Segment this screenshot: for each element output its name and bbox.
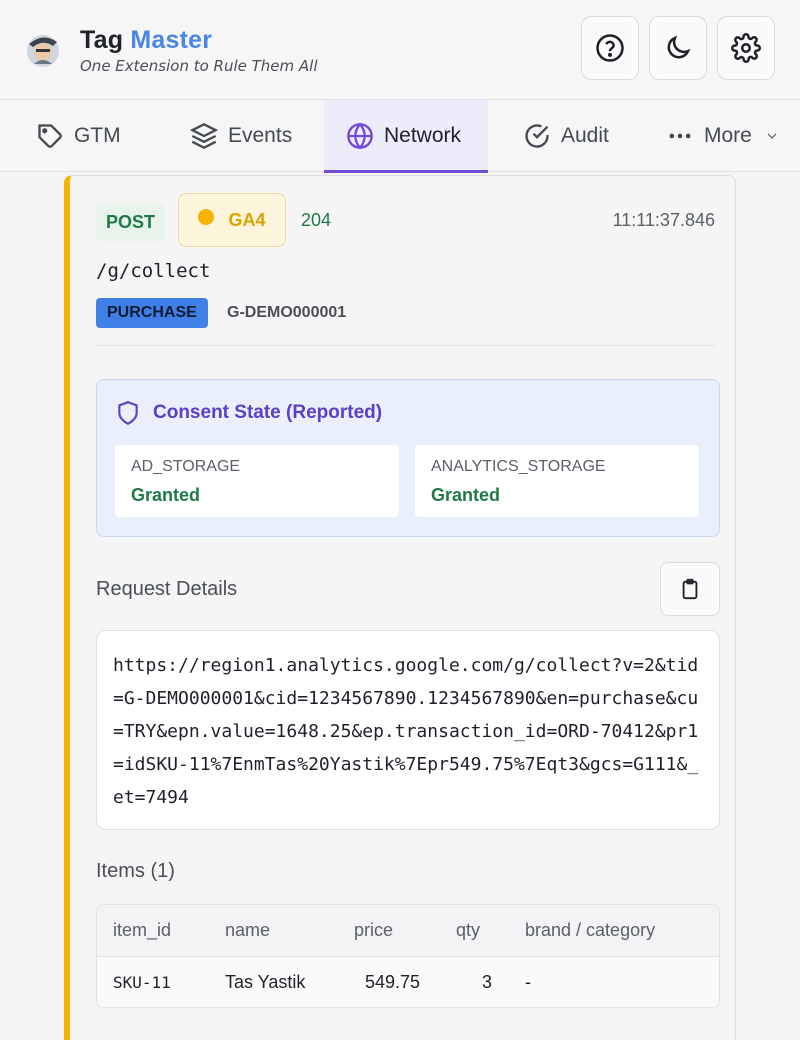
cell-item-id: SKU-11 bbox=[113, 973, 171, 992]
method-badge: POST bbox=[96, 203, 166, 241]
chevron-down-icon bbox=[767, 133, 777, 139]
consent-item-ad-storage: AD_STORAGE Granted bbox=[115, 445, 399, 517]
tab-network[interactable]: Network bbox=[324, 100, 488, 173]
logo-icon bbox=[27, 35, 59, 67]
settings-button[interactable] bbox=[717, 16, 775, 80]
check-circle-icon bbox=[525, 124, 549, 148]
table-header: item_id name price qty brand / category bbox=[97, 905, 719, 957]
tab-bar: GTM Events Network Audit More bbox=[0, 100, 800, 173]
consent-item-analytics-storage: ANALYTICS_STORAGE Granted bbox=[415, 445, 699, 517]
consent-value: Granted bbox=[431, 485, 501, 505]
column-header: item_id bbox=[113, 920, 172, 940]
consent-panel: Consent State (Reported) AD_STORAGE Gran… bbox=[96, 379, 720, 537]
tab-events[interactable]: Events bbox=[190, 100, 292, 172]
brand: Tag Master One Extension to Rule Them Al… bbox=[80, 26, 318, 75]
column-header: price bbox=[354, 920, 394, 940]
theme-toggle-button[interactable] bbox=[649, 16, 707, 80]
request-details-title: Request Details bbox=[96, 578, 238, 600]
app-header: Tag Master One Extension to Rule Them Al… bbox=[0, 0, 800, 100]
column-header: brand / category bbox=[525, 920, 656, 940]
cell-name: Tas Yastik bbox=[225, 972, 306, 992]
tab-more[interactable]: More bbox=[666, 100, 780, 172]
ellipsis-icon bbox=[669, 133, 691, 139]
timestamp: 11:11:37.846 bbox=[612, 210, 715, 230]
tab-label: GTM bbox=[74, 124, 121, 147]
consent-value: Granted bbox=[131, 485, 201, 505]
help-button[interactable] bbox=[581, 16, 639, 80]
clipboard-icon bbox=[682, 578, 698, 600]
cell-brand: - bbox=[525, 972, 531, 992]
tab-audit[interactable]: Audit bbox=[523, 100, 609, 172]
column-header: name bbox=[225, 920, 271, 940]
consent-heading: Consent State (Reported) bbox=[115, 400, 382, 426]
consent-key: ANALYTICS_STORAGE bbox=[431, 458, 606, 475]
globe-icon bbox=[347, 122, 373, 150]
items-title: Items (1) bbox=[96, 860, 175, 882]
consent-title: Consent State (Reported) bbox=[153, 402, 383, 423]
copy-url-button[interactable] bbox=[660, 562, 720, 616]
brand-title: Tag Master bbox=[80, 26, 213, 54]
cell-qty: 3 bbox=[482, 972, 493, 992]
request-path: /g/collect bbox=[96, 260, 211, 282]
request-url[interactable]: https://region1.analytics.google.com/g/c… bbox=[96, 630, 720, 830]
moon-icon bbox=[667, 35, 691, 59]
request-card[interactable]: POST GA4 204 11:11:37.846 /g/collect PUR… bbox=[64, 175, 736, 1040]
gear-icon bbox=[731, 33, 761, 63]
vendor-label: GA4 bbox=[228, 209, 266, 230]
consent-key: AD_STORAGE bbox=[131, 458, 241, 475]
event-badge: PURCHASE bbox=[96, 298, 208, 328]
vendor-dot-icon bbox=[198, 209, 215, 225]
cell-price: 549.75 bbox=[365, 972, 421, 992]
items-table: item_id name price qty brand / category … bbox=[96, 904, 720, 1008]
tab-label: Network bbox=[384, 124, 462, 147]
table-row: SKU-11 Tas Yastik 549.75 3 - bbox=[97, 957, 719, 1007]
shield-icon bbox=[118, 401, 138, 426]
column-header: qty bbox=[456, 920, 481, 940]
vendor-badge: GA4 bbox=[178, 193, 286, 247]
tag-icon bbox=[38, 124, 62, 148]
layers-icon bbox=[190, 123, 218, 149]
tab-label: Events bbox=[228, 124, 293, 147]
help-icon bbox=[596, 34, 624, 62]
divider bbox=[96, 345, 715, 346]
brand-subtitle: One Extension to Rule Them All bbox=[80, 57, 318, 75]
tab-label: Audit bbox=[561, 124, 609, 147]
measurement-id: G-DEMO000001 bbox=[227, 304, 347, 321]
tab-gtm[interactable]: GTM bbox=[36, 100, 141, 172]
tab-label: More bbox=[704, 124, 752, 147]
status-code: 204 bbox=[301, 210, 332, 230]
